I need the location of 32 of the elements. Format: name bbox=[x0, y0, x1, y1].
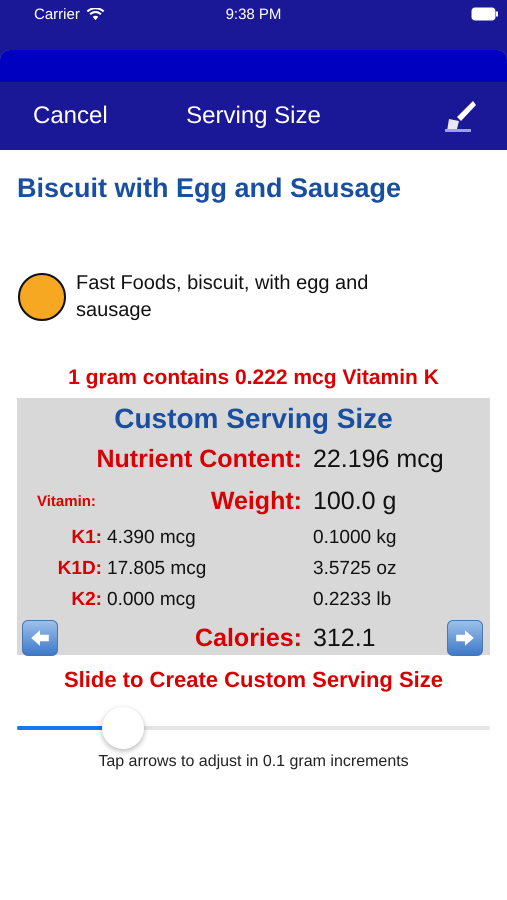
decrease-button[interactable] bbox=[22, 620, 58, 656]
battery-icon bbox=[471, 7, 499, 21]
increase-button[interactable] bbox=[447, 620, 483, 656]
serving-slider[interactable] bbox=[17, 707, 490, 749]
slider-title: Slide to Create Custom Serving Size bbox=[63, 667, 444, 693]
vitamin-name: K1D: bbox=[56, 558, 102, 580]
weight-conversion: 0.2233 lb bbox=[313, 588, 392, 610]
vitamin-name: K1: bbox=[70, 526, 102, 548]
panel-title: Custom Serving Size bbox=[113, 402, 394, 436]
wifi-icon bbox=[86, 8, 105, 20]
nutrient-value: 22.196 mcg bbox=[313, 444, 445, 474]
navigation-title: Serving Size bbox=[186, 102, 321, 130]
weight-label: Weight: bbox=[210, 486, 302, 516]
food-category: Fast Foods, biscuit, with egg and sausage bbox=[76, 271, 370, 323]
vitamin-amount: 0.000 mcg bbox=[107, 588, 196, 610]
vitamin-amount: 17.805 mcg bbox=[107, 558, 206, 580]
calories-label: Calories: bbox=[195, 624, 302, 652]
per-gram-note: 1 gram contains 0.222 mcg Vitamin K bbox=[67, 366, 440, 390]
calories-value: 312.1 bbox=[313, 624, 376, 652]
food-name: Biscuit with Egg and Sausage bbox=[17, 173, 402, 204]
status-time: 9:38 PM bbox=[226, 6, 282, 22]
weight-conversion: 3.5725 oz bbox=[313, 558, 398, 580]
slider-thumb[interactable] bbox=[102, 707, 144, 749]
nutrient-label: Nutrient Content: bbox=[96, 444, 302, 474]
slider-hint: Tap arrows to adjust in 0.1 gram increments bbox=[97, 753, 410, 771]
weight-conversion: 0.1000 kg bbox=[313, 526, 398, 548]
vitamin-label: Vitamin: bbox=[37, 492, 96, 510]
weight-value: 100.0 g bbox=[313, 486, 398, 516]
vitamin-amount: 4.390 mcg bbox=[107, 526, 196, 548]
cancel-button[interactable]: Cancel bbox=[33, 102, 108, 130]
vitamin-name: K2: bbox=[70, 588, 102, 610]
carrier-name: Carrier bbox=[34, 6, 80, 22]
